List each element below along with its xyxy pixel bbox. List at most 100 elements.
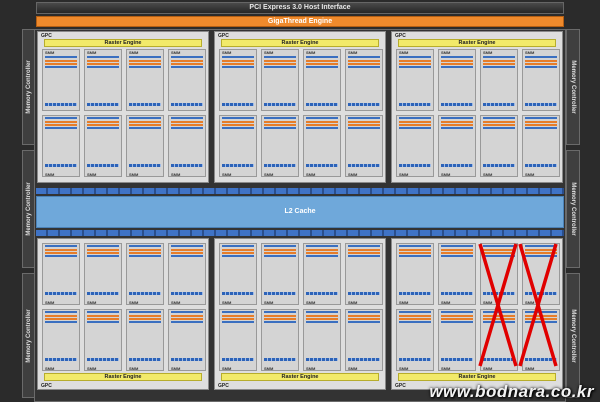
cuda-core-cell [188, 161, 195, 163]
smm-block: SMM [480, 115, 518, 177]
cuda-core-cell [373, 351, 380, 353]
cuda-core-cell [230, 335, 237, 337]
cuda-core-cell [306, 269, 313, 271]
cuda-core-cell [222, 279, 229, 281]
cuda-core-cell [491, 83, 498, 85]
cuda-core-cell [188, 351, 195, 353]
cuda-core-cell [222, 272, 229, 274]
cuda-core-cell [441, 332, 448, 334]
texture-unit-strip [87, 164, 119, 167]
cuda-core-cell [458, 348, 465, 350]
cuda-core-cell [365, 272, 372, 274]
instruction-cache-strip [129, 117, 161, 119]
dispatch-strip [264, 252, 296, 254]
cuda-core-cell [550, 144, 557, 146]
cuda-core-cell [281, 282, 288, 284]
cuda-core-cell [281, 96, 288, 98]
cuda-core-cell [45, 73, 52, 75]
cuda-core-cell [53, 154, 60, 156]
cuda-core-cell [247, 138, 254, 140]
cuda-core-cell [53, 275, 60, 277]
cuda-core-cell [424, 138, 431, 140]
cuda-core-cell [550, 90, 557, 92]
cuda-core-cell [323, 262, 330, 264]
smm-label: SMM [399, 172, 409, 177]
cuda-core-cell [525, 93, 532, 95]
cuda-core-cell [104, 272, 111, 274]
cuda-core-cell [348, 285, 355, 287]
cuda-core-cell [230, 259, 237, 261]
cuda-core-cell [373, 341, 380, 343]
cuda-core-cell [179, 93, 186, 95]
cuda-core-cell [171, 147, 178, 149]
cuda-core-cell [348, 262, 355, 264]
smm-label: SMM [348, 300, 358, 305]
smm-label: SMM [45, 366, 55, 371]
cuda-core-cell [314, 348, 321, 350]
cuda-core-cell [323, 147, 330, 149]
cuda-core-cell [331, 285, 338, 287]
cuda-core-cell [129, 351, 136, 353]
texture-unit-strip [306, 164, 338, 167]
cuda-core-cell [365, 83, 372, 85]
smm-block: SMM [219, 309, 257, 371]
cuda-core-cell [272, 341, 279, 343]
cuda-core-cell [70, 80, 77, 82]
cuda-core-cell [407, 325, 414, 327]
cuda-core-cell [550, 161, 557, 163]
cuda-core-cell [525, 141, 532, 143]
cuda-core-cell [171, 141, 178, 143]
cuda-core-cell [272, 73, 279, 75]
cuda-core-cell [281, 86, 288, 88]
cuda-core-cell [356, 151, 363, 153]
cuda-core-cell [222, 345, 229, 347]
register-file-strip [348, 66, 380, 68]
cuda-core-cell [264, 147, 271, 149]
cuda-core-cell [424, 73, 431, 75]
cuda-core-cell [247, 134, 254, 136]
cuda-core-cell [281, 161, 288, 163]
cuda-core-cell [179, 289, 186, 291]
cuda-core-cell [146, 73, 153, 75]
texture-unit-strip [222, 103, 254, 106]
cuda-core-cell [239, 93, 246, 95]
texture-unit-strip [348, 292, 380, 295]
cuda-core-cell [416, 289, 423, 291]
cuda-core-cell [272, 147, 279, 149]
cuda-core-cell [525, 90, 532, 92]
cuda-core-cell [399, 272, 406, 274]
cuda-core-cell [281, 70, 288, 72]
cuda-core-cell [373, 325, 380, 327]
cuda-core-cell [373, 131, 380, 133]
cuda-core-cell [264, 289, 271, 291]
cuda-core-cell [399, 259, 406, 261]
register-file-strip [399, 66, 431, 68]
cuda-core-cell [365, 355, 372, 357]
cuda-core-cell [314, 70, 321, 72]
cuda-core-cell [441, 325, 448, 327]
cuda-core-cell [179, 272, 186, 274]
cuda-core-cell [331, 147, 338, 149]
cuda-core-cell [247, 161, 254, 163]
cuda-core-cell [171, 341, 178, 343]
cuda-core-cell [449, 73, 456, 75]
cuda-core-cell [331, 86, 338, 88]
cuda-core-cell [281, 351, 288, 353]
cuda-core-cell [424, 335, 431, 337]
cuda-core-cell [356, 100, 363, 102]
cuda-core-cell [146, 275, 153, 277]
cuda-core-cell [331, 275, 338, 277]
cuda-core-cell [95, 161, 102, 163]
cuda-core-cell [289, 335, 296, 337]
cuda-core-cell [365, 328, 372, 330]
cuda-core-cell [247, 289, 254, 291]
cuda-core-cell [424, 325, 431, 327]
cuda-core-cell [500, 90, 507, 92]
cuda-core-cell [314, 262, 321, 264]
cuda-core-cell [466, 328, 473, 330]
cuda-core-cell [365, 351, 372, 353]
cuda-core-cell [154, 272, 161, 274]
cuda-core-cell [272, 325, 279, 327]
cuda-core-cell [104, 282, 111, 284]
cuda-core-cell [222, 93, 229, 95]
